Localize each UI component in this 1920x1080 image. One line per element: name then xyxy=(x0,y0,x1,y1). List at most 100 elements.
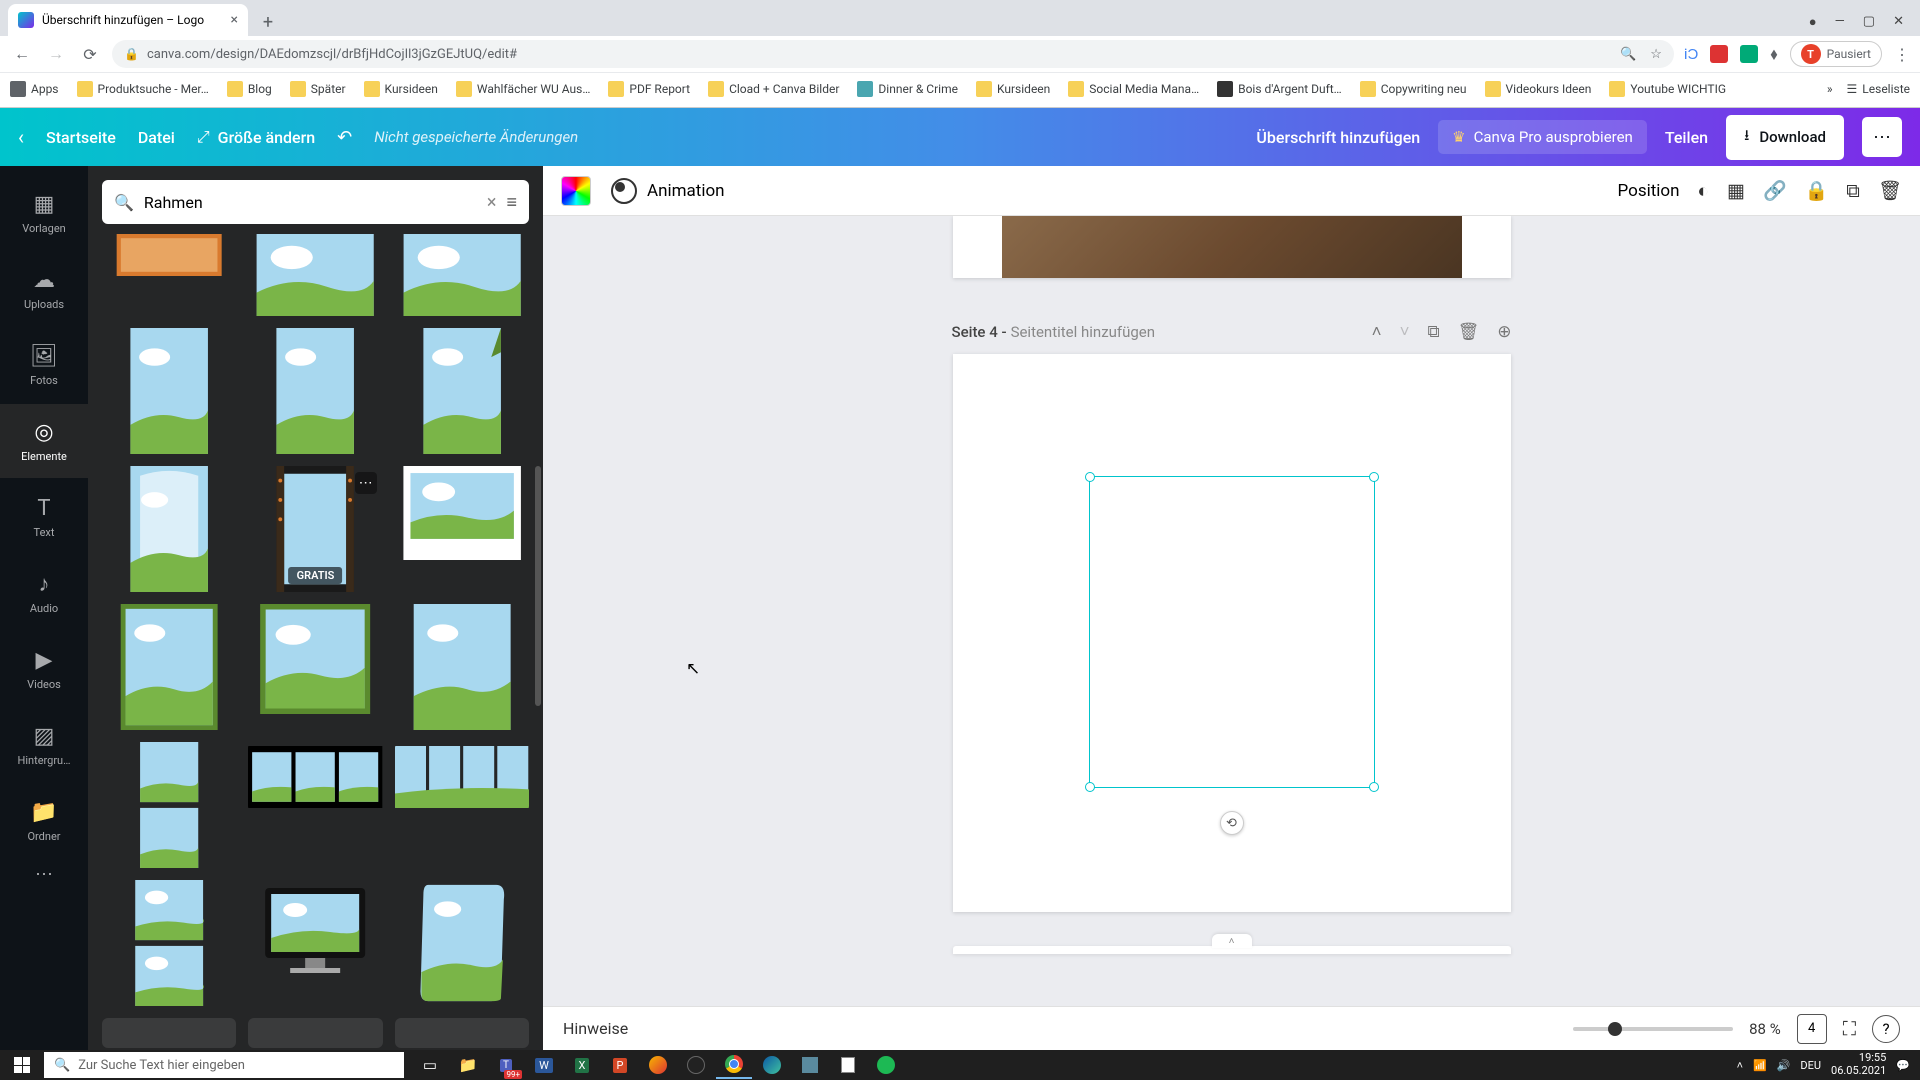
rail-elements[interactable]: ◎Elemente xyxy=(0,404,88,478)
kebab-menu-icon[interactable]: ⋮ xyxy=(1894,45,1910,64)
design-title[interactable]: Überschrift hinzufügen xyxy=(1256,128,1420,147)
bookmark-item[interactable]: Bois d'Argent Duft… xyxy=(1217,81,1342,97)
resize-handle-br[interactable] xyxy=(1369,782,1379,792)
browser-tab[interactable]: Überschrift hinzufügen – Logo × xyxy=(8,4,248,36)
bookmark-apps[interactable]: Apps xyxy=(10,81,59,97)
selected-frame-element[interactable]: ⟲ xyxy=(1089,476,1375,788)
link-icon[interactable]: 🔗 xyxy=(1763,179,1787,202)
frame-result[interactable] xyxy=(248,604,382,714)
search-input[interactable] xyxy=(144,193,477,212)
profile-dot-icon[interactable]: ● xyxy=(1809,14,1817,30)
checker-icon[interactable]: ▦ xyxy=(1727,179,1745,202)
page-up-icon[interactable]: ˄ xyxy=(1372,322,1382,342)
duplicate-icon[interactable]: ⧉ xyxy=(1846,179,1860,202)
rail-more-icon[interactable]: ⋯ xyxy=(35,864,53,885)
bookmark-item[interactable]: PDF Report xyxy=(608,81,690,97)
next-page-peek[interactable]: ˄ xyxy=(953,946,1511,954)
extensions-puzzle-icon[interactable]: ⬧ xyxy=(1770,44,1777,64)
rail-background[interactable]: ▨Hintergru… xyxy=(0,708,88,782)
language-indicator[interactable]: DEU xyxy=(1800,1059,1821,1072)
bookmarks-overflow-icon[interactable]: » xyxy=(1827,82,1833,96)
frame-result[interactable] xyxy=(248,742,382,812)
resize-button[interactable]: ⤢ Größe ändern xyxy=(197,127,315,147)
notepad-icon[interactable] xyxy=(830,1051,866,1079)
rail-templates[interactable]: ▦Vorlagen xyxy=(0,176,88,250)
page-title-input[interactable]: Seitentitel hinzufügen xyxy=(1011,323,1156,341)
search-box[interactable]: 🔍 × ≡ xyxy=(102,180,529,224)
edge-icon[interactable] xyxy=(754,1051,790,1079)
lock-icon[interactable]: 🔒 xyxy=(1805,179,1829,202)
frame-result[interactable] xyxy=(395,328,529,454)
task-view-icon[interactable]: ▭ xyxy=(412,1051,448,1079)
frame-result[interactable] xyxy=(395,466,529,560)
frame-result[interactable] xyxy=(102,742,236,868)
start-button[interactable] xyxy=(4,1051,40,1079)
try-pro-button[interactable]: ♛ Canva Pro ausprobieren xyxy=(1438,120,1647,154)
rail-audio[interactable]: ♪Audio xyxy=(0,556,88,630)
position-button[interactable]: Position xyxy=(1618,181,1680,201)
frame-result[interactable] xyxy=(395,234,529,316)
trash-icon[interactable]: 🗑 xyxy=(1878,179,1902,202)
frame-result[interactable] xyxy=(395,604,529,730)
resize-handle-tl[interactable] xyxy=(1085,472,1095,482)
rail-uploads[interactable]: ☁Uploads xyxy=(0,252,88,326)
more-menu-button[interactable]: ⋯ xyxy=(1862,117,1902,157)
excel-icon[interactable]: X xyxy=(564,1051,600,1079)
zoom-percent[interactable]: 88 % xyxy=(1749,1020,1781,1038)
frame-result[interactable] xyxy=(248,328,382,454)
frame-result[interactable] xyxy=(102,466,236,592)
frame-result[interactable] xyxy=(248,880,382,980)
bookmark-item[interactable]: Kursideen xyxy=(976,81,1050,97)
resize-handle-tr[interactable] xyxy=(1369,472,1379,482)
notifications-icon[interactable]: 💬 xyxy=(1896,1059,1910,1072)
url-bar[interactable]: 🔒 canva.com/design/DAEdomzscjl/drBfjHdCo… xyxy=(112,40,1674,68)
add-page-icon[interactable]: ⊕ xyxy=(1497,322,1511,342)
page-4-canvas[interactable]: ⟲ xyxy=(953,354,1511,912)
frame-result[interactable] xyxy=(102,604,236,730)
bookmark-item[interactable]: Dinner & Crime xyxy=(857,81,958,97)
taskbar-search[interactable]: 🔍 Zur Suche Text hier eingeben xyxy=(44,1052,404,1078)
app-icon-2[interactable] xyxy=(792,1051,828,1079)
rail-text[interactable]: TText xyxy=(0,480,88,554)
bookmark-item[interactable]: Produktsuche - Mer… xyxy=(77,81,209,97)
color-picker-button[interactable] xyxy=(561,176,591,206)
powerpoint-icon[interactable]: P xyxy=(602,1051,638,1079)
new-tab-button[interactable]: + xyxy=(254,8,282,36)
home-button[interactable]: Startseite xyxy=(46,128,116,147)
reading-list[interactable]: ☰Leseliste xyxy=(1847,82,1910,96)
ext-icon-2[interactable] xyxy=(1710,45,1728,63)
page-3-partial[interactable] xyxy=(953,216,1511,278)
tray-chevron-icon[interactable]: ˄ xyxy=(1737,1059,1743,1072)
fullscreen-icon[interactable]: ⛶ xyxy=(1843,1017,1856,1040)
volume-icon[interactable]: 🔊 xyxy=(1777,1059,1791,1072)
reload-icon[interactable]: ⟳ xyxy=(78,42,102,66)
frame-result[interactable] xyxy=(395,742,529,812)
rail-folder[interactable]: 📁Ordner xyxy=(0,784,88,858)
undo-icon[interactable]: ↶ xyxy=(337,127,352,148)
download-button[interactable]: ⭳ Download xyxy=(1726,115,1844,160)
frame-result[interactable] xyxy=(102,328,236,454)
close-window-icon[interactable]: ✕ xyxy=(1893,14,1904,30)
back-icon[interactable]: ← xyxy=(10,42,34,66)
bookmark-item[interactable]: Kursideen xyxy=(364,81,438,97)
explorer-icon[interactable]: 📁 xyxy=(450,1051,486,1079)
bookmark-item[interactable]: Social Media Mana… xyxy=(1068,81,1199,97)
app-icon[interactable] xyxy=(640,1051,676,1079)
bookmark-item[interactable]: Später xyxy=(290,81,346,97)
obs-icon[interactable] xyxy=(678,1051,714,1079)
duplicate-page-icon[interactable]: ⧉ xyxy=(1428,322,1440,342)
resize-handle-bl[interactable] xyxy=(1085,782,1095,792)
frame-result[interactable] xyxy=(102,234,236,276)
notes-button[interactable]: Hinweise xyxy=(563,1019,628,1038)
zoom-indicator-icon[interactable]: 🔍 xyxy=(1620,47,1636,62)
back-arrow-icon[interactable]: ‹ xyxy=(18,125,24,149)
bookmark-item[interactable]: Wahlfächer WU Aus… xyxy=(456,81,591,97)
page-peek-handle-icon[interactable]: ˄ xyxy=(1212,934,1252,948)
page-down-icon[interactable]: ˅ xyxy=(1400,322,1410,342)
forward-icon[interactable]: → xyxy=(44,42,68,66)
delete-page-icon[interactable]: 🗑 xyxy=(1458,322,1480,342)
close-tab-icon[interactable]: × xyxy=(231,12,238,28)
filter-icon[interactable]: ≡ xyxy=(506,192,517,213)
frame-more-icon[interactable]: ⋯ xyxy=(355,472,377,494)
maximize-icon[interactable]: ▢ xyxy=(1863,14,1875,30)
